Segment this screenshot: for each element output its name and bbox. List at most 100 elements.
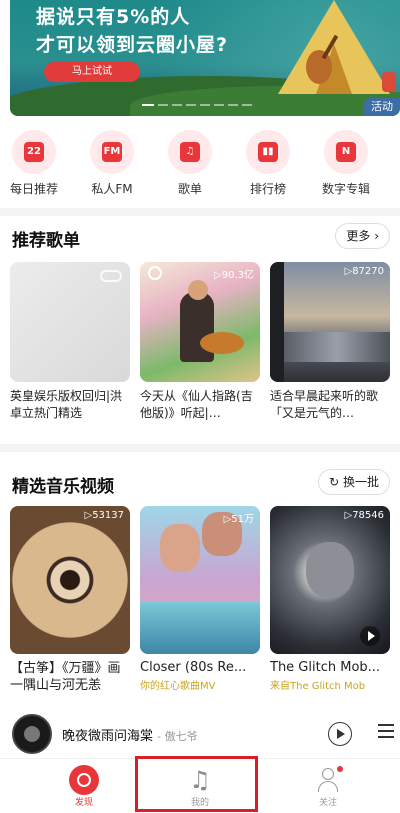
person-body xyxy=(318,781,338,792)
infinity-icon xyxy=(100,270,122,282)
quick-entry-charts[interactable]: ▮▮ 排行榜 xyxy=(236,130,300,197)
video-subtitle: 你的红心歌曲MV xyxy=(140,681,216,692)
mini-player[interactable]: 晚夜微雨问海棠 - 傲七爷 xyxy=(0,710,400,758)
discover-icon-ring xyxy=(77,773,91,787)
app-screen: 据说只有5%的人 才可以领到云圈小屋? 马上试试 活动 22 每日推荐 FM 私… xyxy=(0,0,400,813)
lantern-illustration xyxy=(382,72,396,92)
person-icon xyxy=(313,765,343,795)
playlist-card[interactable]: 英皇娱乐版权回归|洪卓立热门精选 xyxy=(10,262,130,422)
artist-name: - 傲七爷 xyxy=(157,730,198,743)
play-count-value: 53137 xyxy=(92,510,124,521)
pagination-dot xyxy=(200,104,210,106)
video-card[interactable]: ▷53137 【古筝】《万疆》画一隅山与河无恙 xyxy=(10,506,130,694)
playlist-title: 英皇娱乐版权回归|洪卓立热门精选 xyxy=(10,389,123,420)
more-button[interactable]: 更多 › xyxy=(335,223,390,249)
nav-label: 发现 xyxy=(74,798,93,808)
now-playing-info: 晚夜微雨问海棠 - 傲七爷 xyxy=(62,725,198,744)
play-count-value: 51万 xyxy=(231,514,254,525)
play-triangle-icon: ▷ xyxy=(214,270,222,281)
pagination-dot xyxy=(242,104,252,106)
playlist-card[interactable]: ▷87270 适合早晨起来听的歌「又是元气的… xyxy=(270,262,390,422)
pagination-dot xyxy=(186,104,196,106)
chevron-right-icon: › xyxy=(374,229,379,243)
quick-entry-label: 数字专辑 xyxy=(321,182,370,196)
quick-entry-row: 22 每日推荐 FM 私人FM ♫ 歌单 ▮▮ 排行榜 N 数字专辑 xyxy=(0,130,400,196)
video-card[interactable]: ▷51万 Closer (80s Re... 你的红心歌曲MV xyxy=(140,506,260,692)
radio-icon: FM xyxy=(90,130,134,174)
play-count-value: 87270 xyxy=(352,266,384,277)
face-figure xyxy=(160,524,200,572)
playlist-section-title: 推荐歌单 xyxy=(12,231,80,251)
radio-icon-glyph: FM xyxy=(102,142,122,162)
highlight-box xyxy=(135,756,258,812)
nav-label: 关注 xyxy=(318,798,337,808)
playlist-card[interactable]: ▷90.3亿 今天从《仙人指路(吉他版)》听起|… xyxy=(140,262,260,422)
monkey-king-figure xyxy=(306,542,354,598)
quick-entry-fm[interactable]: FM 私人FM xyxy=(80,130,144,197)
section-divider xyxy=(0,444,400,452)
guitar-shape xyxy=(200,332,244,354)
try-now-button[interactable]: 马上试试 xyxy=(44,62,140,82)
playlist-queue-icon[interactable] xyxy=(378,724,394,738)
promo-banner[interactable]: 据说只有5%的人 才可以领到云圈小屋? 马上试试 活动 xyxy=(10,0,400,116)
play-count: ▷78546 xyxy=(344,510,384,521)
quick-entry-label: 歌单 xyxy=(177,182,202,196)
play-overlay-icon[interactable] xyxy=(360,626,380,646)
section-divider xyxy=(0,208,400,216)
video-cover: ▷53137 xyxy=(10,506,130,654)
guitar-illustration xyxy=(306,50,332,84)
activity-badge: 活动 xyxy=(364,98,400,116)
video-section-title: 精选音乐视频 xyxy=(12,477,114,497)
pagination-dot xyxy=(214,104,224,106)
play-triangle-icon xyxy=(368,631,375,641)
playlist-title: 适合早晨起来听的歌「又是元气的… xyxy=(270,389,379,420)
album-disc-icon xyxy=(12,714,52,754)
video-cover: ▷51万 xyxy=(140,506,260,654)
calendar-icon: 22 xyxy=(12,130,56,174)
chart-icon-glyph: ▮▮ xyxy=(258,142,278,162)
playlist-title: 今天从《仙人指路(吉他版)》听起|… xyxy=(140,389,253,420)
video-title: Closer (80s Re... xyxy=(140,660,247,675)
quick-entry-label: 每日推荐 xyxy=(9,182,58,196)
quick-entry-label: 私人FM xyxy=(91,182,133,196)
nav-follow[interactable]: 关注 xyxy=(298,765,358,808)
quick-entry-daily[interactable]: 22 每日推荐 xyxy=(2,130,66,197)
disc-center xyxy=(24,726,40,742)
refresh-button[interactable]: ↻ 换一批 xyxy=(318,469,390,495)
album-icon: N xyxy=(324,130,368,174)
play-count-value: 78546 xyxy=(352,510,384,521)
pagination-dot xyxy=(142,104,154,106)
refresh-icon: ↻ xyxy=(329,475,340,489)
play-button[interactable] xyxy=(328,722,352,746)
video-subtitle: 来自The Glitch Mob xyxy=(270,681,366,692)
nav-discover[interactable]: 发现 xyxy=(54,765,114,808)
quick-entry-label: 排行榜 xyxy=(249,182,286,196)
playlist-cover: ▷87270 xyxy=(270,262,390,382)
pool-water xyxy=(140,602,260,654)
video-card[interactable]: ▷78546 The Glitch Mob... 来自The Glitch Mo… xyxy=(270,506,390,692)
playlist-icon: ♫ xyxy=(168,130,212,174)
window-frame xyxy=(270,262,284,382)
guitarist-head xyxy=(188,280,208,300)
playlist-cover xyxy=(10,262,130,382)
pagination-dot xyxy=(172,104,182,106)
album-icon-glyph: N xyxy=(336,142,356,162)
refresh-button-label: 换一批 xyxy=(342,475,379,489)
city-skyline xyxy=(284,332,390,362)
banner-headline-1: 据说只有5%的人 xyxy=(36,6,191,28)
playlist-cover: ▷90.3亿 xyxy=(140,262,260,382)
quick-entry-digital-album[interactable]: N 数字专辑 xyxy=(314,130,378,197)
chart-icon: ▮▮ xyxy=(246,130,290,174)
video-title: The Glitch Mob... xyxy=(270,660,381,675)
play-count-value: 90.3亿 xyxy=(221,270,254,281)
more-button-label: 更多 xyxy=(346,229,371,243)
pagination-dot xyxy=(158,104,168,106)
quick-entry-playlist[interactable]: ♫ 歌单 xyxy=(158,130,222,197)
playlist-icon-glyph: ♫ xyxy=(180,142,200,162)
play-count: ▷90.3亿 xyxy=(214,266,254,281)
video-title: 【古筝】《万疆》画一隅山与河无恙 xyxy=(10,661,121,693)
banner-headline-2: 才可以领到云圈小屋? xyxy=(36,34,229,56)
song-title: 晚夜微雨问海棠 xyxy=(62,729,154,744)
banner-pagination xyxy=(142,104,252,106)
discover-icon xyxy=(69,765,99,795)
